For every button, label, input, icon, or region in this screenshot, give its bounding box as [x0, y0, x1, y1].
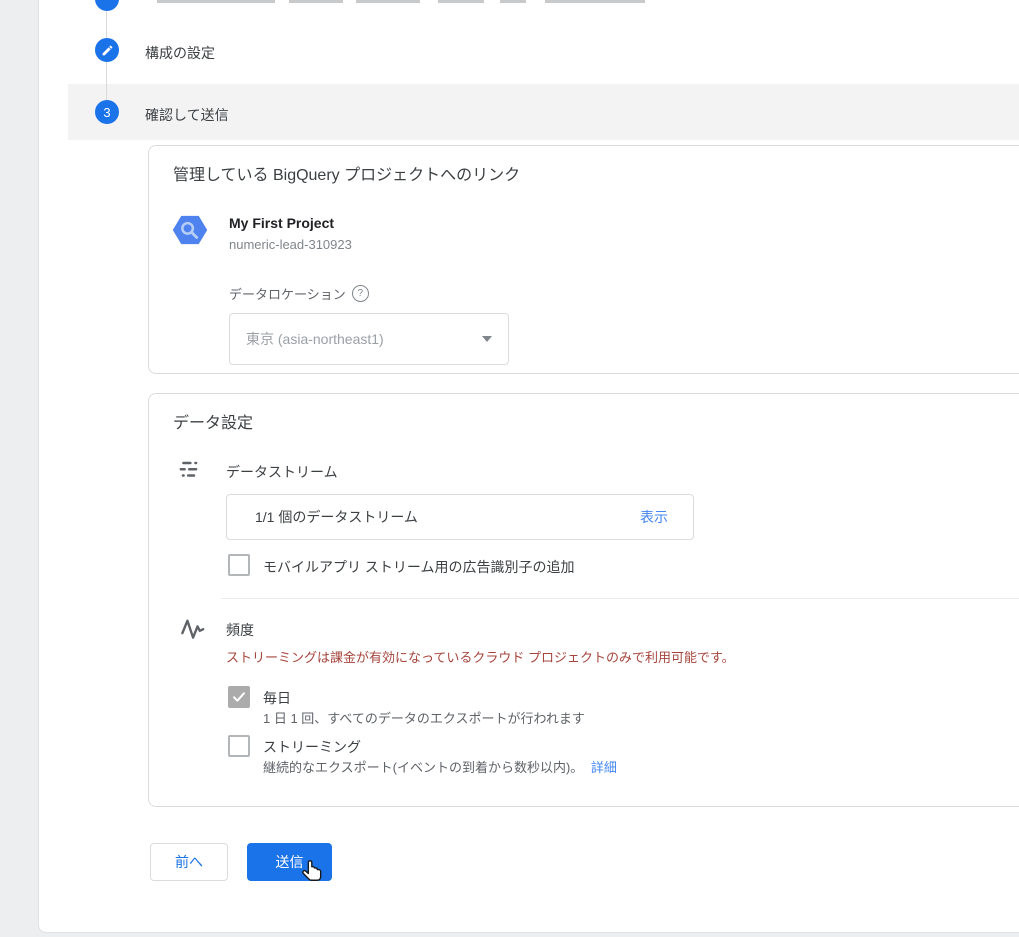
frequency-label: 頻度: [226, 620, 254, 640]
link-card-title: 管理している BigQuery プロジェクトへのリンク: [173, 161, 520, 185]
step2-circle[interactable]: [95, 38, 119, 62]
streaming-label: ストリーミング: [263, 737, 361, 757]
streams-summary: 1/1 個のデータストリーム: [255, 507, 640, 527]
daily-checkbox[interactable]: [228, 686, 250, 708]
daily-label: 毎日: [263, 688, 291, 708]
project-id: numeric-lead-310923: [229, 237, 352, 252]
data-streams-label: データストリーム: [226, 462, 338, 482]
streaming-description: 継続的なエクスポート(イベントの到着から数秒以内)。: [263, 760, 583, 775]
step3-label: 確認して送信: [145, 105, 229, 125]
daily-description: 1 日 1 回、すべてのデータのエクスポートが行われます: [263, 708, 585, 727]
cursor-pointer-icon: [299, 859, 327, 894]
data-location-value: 東京 (asia-northeast1): [246, 329, 384, 349]
step3-number: 3: [103, 105, 110, 120]
data-settings-title: データ設定: [173, 409, 253, 433]
previous-button[interactable]: 前へ: [150, 843, 228, 881]
streaming-checkbox[interactable]: [228, 735, 250, 757]
chevron-down-icon: [482, 336, 492, 342]
project-name: My First Project: [229, 215, 334, 231]
mobile-ads-label: モバイルアプリ ストリーム用の広告識別子の追加: [263, 557, 574, 577]
mobile-ads-checkbox[interactable]: [228, 554, 250, 576]
data-location-label-row: データロケーション ?: [229, 284, 369, 303]
step3-circle: 3: [95, 100, 119, 124]
streaming-description-row: 継続的なエクスポート(イベントの到着から数秒以内)。 詳細: [263, 757, 617, 776]
streams-summary-row: 1/1 個のデータストリーム 表示: [226, 494, 694, 540]
streaming-warning: ストリーミングは課金が有効になっているクラウド プロジェクトのみで利用可能です。: [226, 647, 735, 666]
pencil-icon: [101, 44, 114, 57]
section-divider: [221, 598, 1019, 599]
bigquery-link-card: 管理している BigQuery プロジェクトへのリンク My First Pro…: [148, 145, 1019, 374]
help-icon[interactable]: ?: [352, 285, 369, 302]
bigquery-icon: [171, 212, 209, 253]
frequency-icon: [179, 614, 206, 646]
show-streams-link[interactable]: 表示: [640, 507, 668, 527]
checkmark-icon: [231, 689, 247, 705]
data-streams-icon: [177, 457, 202, 487]
step2-label[interactable]: 構成の設定: [145, 43, 215, 63]
details-link[interactable]: 詳細: [591, 760, 617, 775]
data-location-select[interactable]: 東京 (asia-northeast1): [229, 313, 509, 365]
data-settings-card: データ設定 データストリーム 1/1 個のデータストリーム 表示 モバイルアプリ…: [148, 393, 1019, 807]
data-location-label: データロケーション: [229, 284, 346, 303]
